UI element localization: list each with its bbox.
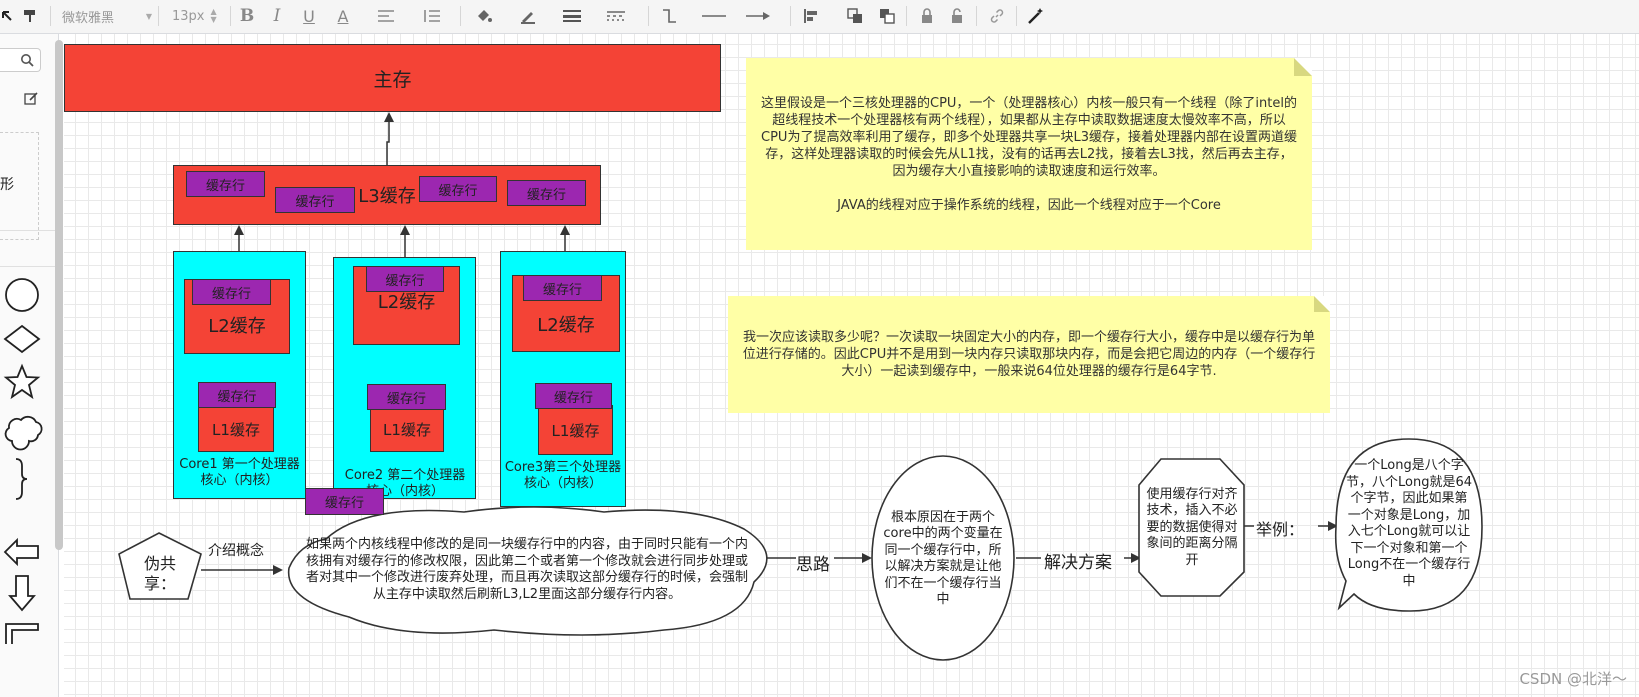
toolbar: 微软雅黑 ▼ 13px ▲ ▼ B I U A	[0, 0, 1639, 34]
l3-cache-line[interactable]: 缓存行	[186, 171, 265, 197]
core1-label: Core1 第一个处理器核心（内核）	[179, 457, 300, 488]
line-end-arrow-icon[interactable]	[744, 4, 772, 28]
bold-icon[interactable]: B	[236, 4, 258, 28]
pointer-icon[interactable]	[0, 4, 14, 28]
cloud-icon	[4, 415, 43, 451]
down-arrow-icon	[8, 575, 36, 612]
core3-l2-cache-line[interactable]: 缓存行	[523, 275, 602, 301]
search-icon[interactable]	[20, 52, 34, 71]
toolbar-separator	[460, 6, 461, 26]
line-start-icon[interactable]	[700, 4, 728, 28]
l3-cache-label: L3缓存	[358, 186, 416, 207]
shape-palette[interactable]	[0, 274, 50, 644]
font-size-value: 13px	[172, 8, 205, 24]
circle-icon	[5, 278, 39, 312]
false-sharing-label: 伪共享：	[143, 554, 176, 593]
toolbar-separator	[230, 6, 231, 26]
magic-wand-icon[interactable]	[1024, 4, 1048, 28]
core3-l2-label: L2缓存	[537, 314, 595, 336]
font-family-select[interactable]: 微软雅黑 ▼	[62, 4, 152, 28]
core3-label: Core3第三个处理器核心（内核）	[504, 460, 622, 491]
shape-panel: 形	[0, 34, 59, 697]
core1-l2-cache-line[interactable]: 缓存行	[192, 279, 271, 305]
shape-group-label: 形	[0, 177, 14, 193]
definition-text: 如果两个内核线程中修改的是同一块缓存行中的内容，由于同时只能有一个内核拥有对缓存…	[305, 537, 748, 602]
edit-icon[interactable]	[24, 91, 38, 110]
watermark: CSDN @北洋～	[1519, 670, 1627, 688]
toolbar-separator	[906, 6, 907, 26]
panel-divider	[0, 230, 56, 231]
toolbar-separator	[790, 6, 791, 26]
stepper-icon: ▲ ▼	[210, 7, 217, 24]
core3-l1-box[interactable]: L1缓存	[538, 405, 613, 455]
loose-cache-line[interactable]: 缓存行	[305, 488, 384, 515]
panel-divider	[0, 266, 56, 267]
send-back-icon[interactable]	[876, 4, 898, 28]
bring-front-icon[interactable]	[844, 4, 866, 28]
line-width-icon[interactable]	[560, 4, 584, 28]
main-memory-box[interactable]: 主存	[64, 44, 721, 112]
link-icon[interactable]	[986, 4, 1008, 28]
arrow-l3-to-memory	[384, 112, 394, 165]
explanation-note-2[interactable]: 我一次应该读取多少呢？一次读取一块固定大小的内存，即一个缓存行大小，缓存中是以缓…	[728, 296, 1330, 413]
l3-cache-line[interactable]: 缓存行	[275, 187, 355, 213]
core3-l1-label: L1缓存	[551, 421, 600, 440]
intro-concept-label: 介绍概念	[208, 543, 264, 559]
note-fold	[1314, 296, 1330, 312]
vertical-scrollbar[interactable]	[55, 40, 63, 550]
line-color-icon[interactable]	[516, 4, 540, 28]
core1-l1-label: L1缓存	[212, 420, 260, 439]
example-text: 一个Long是八个字节，八个Long就是64个字节，因此如果第一个对象是Long…	[1345, 458, 1472, 589]
core1-l1-box[interactable]: L1缓存	[198, 406, 274, 452]
toolbar-separator	[1016, 6, 1017, 26]
core1-l1-cache-line[interactable]: 缓存行	[198, 382, 276, 408]
root-cause-text: 根本原因在于两个core中的两个变量在同一个缓存行中，所以解决方案就是让他们不在…	[883, 509, 1003, 608]
note1-paragraph-1: 这里假设是一个三核处理器的CPU，一个（处理器核心）内核一般只有一个线程（除了i…	[761, 95, 1297, 179]
align-left-icon[interactable]	[800, 4, 822, 28]
diamond-icon	[3, 324, 41, 354]
thinking-label: 思路	[796, 555, 830, 575]
solution-label: 解决方案	[1044, 553, 1112, 573]
format-painter-icon[interactable]	[18, 4, 42, 28]
core3-l1-cache-line[interactable]: 缓存行	[535, 383, 612, 409]
toolbar-separator	[158, 6, 159, 26]
left-arrow-icon	[3, 537, 39, 567]
unlock-icon[interactable]	[946, 4, 968, 28]
font-family-value: 微软雅黑	[62, 10, 115, 26]
toolbar-separator	[976, 6, 977, 26]
font-color-icon[interactable]: A	[330, 4, 356, 28]
note2-text: 我一次应该读取多少呢？一次读取一块固定大小的内存，即一个缓存行大小，缓存中是以缓…	[742, 330, 1316, 379]
star-icon	[3, 363, 41, 400]
line-style-icon[interactable]	[604, 4, 628, 28]
connector-icon[interactable]	[658, 4, 680, 28]
underline-icon[interactable]: U	[298, 4, 320, 28]
lock-icon[interactable]	[916, 4, 938, 28]
diagram-canvas[interactable]: 主存 L3缓存 缓存行 缓存行 缓存行 缓存行 L2缓存 缓存行 L1缓存 缓存…	[64, 34, 1639, 697]
solution-text: 使用缓存行对齐技术，插入不必要的数据使得对象间的距离分隔开	[1146, 486, 1238, 568]
core2-l2-cache-line[interactable]: 缓存行	[366, 266, 444, 292]
l3-cache-line[interactable]: 缓存行	[419, 176, 497, 202]
note1-paragraph-2: JAVA的线程对应于操作系统的线程，因此一个线程对应于一个Core	[837, 197, 1221, 213]
align-icon[interactable]	[372, 4, 400, 28]
shape-search-input[interactable]	[0, 48, 41, 72]
note-fold	[1294, 58, 1312, 76]
explanation-note-1[interactable]: 这里假设是一个三核处理器的CPU，一个（处理器核心）内核一般只有一个线程（除了i…	[746, 58, 1312, 250]
line-spacing-icon[interactable]	[418, 4, 446, 28]
brace-icon	[15, 458, 28, 500]
corner-icon	[5, 623, 39, 644]
l3-cache-line[interactable]: 缓存行	[507, 180, 586, 206]
fill-color-icon[interactable]	[472, 4, 496, 28]
toolbar-separator	[50, 6, 51, 26]
italic-icon[interactable]: I	[266, 4, 288, 28]
toolbar-separator	[648, 6, 649, 26]
core2-l1-label: L1缓存	[383, 420, 431, 439]
main-memory-label: 主存	[373, 68, 412, 91]
core2-l1-box[interactable]: L1缓存	[370, 406, 444, 452]
chevron-down-icon: ▼	[145, 11, 152, 21]
core1-l2-label: L2缓存	[208, 315, 266, 337]
core2-l1-cache-line[interactable]: 缓存行	[367, 384, 446, 410]
font-size-input[interactable]: 13px ▲ ▼	[172, 4, 222, 28]
example-label: 举例：	[1256, 520, 1305, 539]
